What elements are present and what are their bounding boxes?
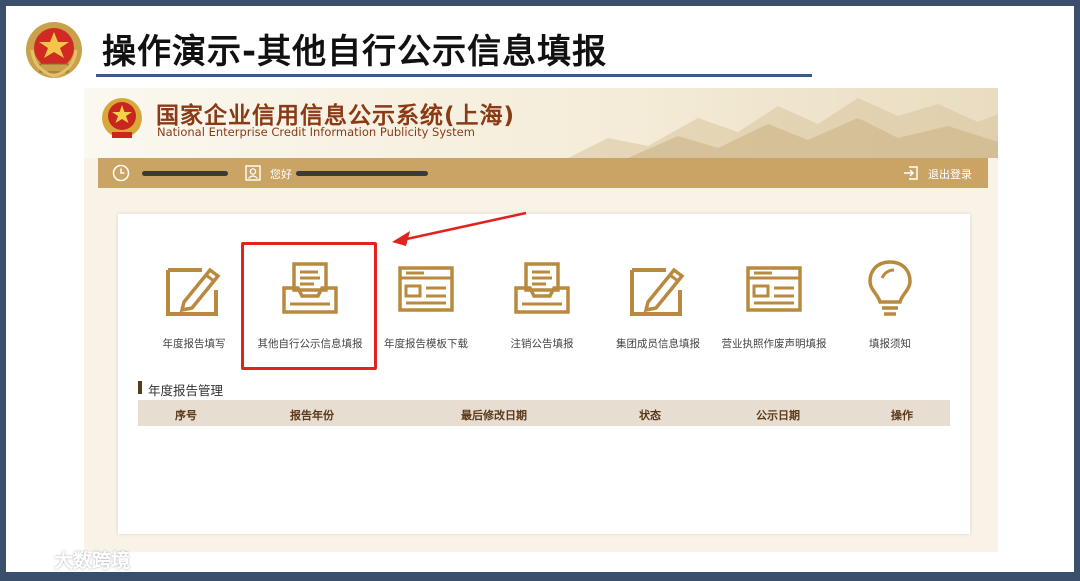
section-marker: [138, 381, 142, 394]
function-filing-instructions[interactable]: 填报须知: [832, 256, 948, 366]
redacted-date: [142, 171, 228, 176]
site-header: 国家企业信用信息公示系统(上海) National Enterprise Cre…: [84, 88, 998, 158]
title-underline: [96, 74, 812, 77]
column-header: 公示日期: [756, 409, 800, 422]
lightbulb-icon: [868, 260, 912, 316]
column-header: 状态: [639, 409, 661, 422]
user-bar: 您好 退出登录: [98, 158, 988, 188]
greeting-text: 您好: [270, 168, 292, 181]
function-license-void-statement[interactable]: 营业执照作废声明填报: [716, 256, 832, 366]
mountain-banner-image: [568, 98, 998, 158]
pencil-frame-icon: [630, 267, 685, 316]
slide-title: 操作演示-其他自行公示信息填报: [102, 32, 608, 72]
function-cancellation-notice[interactable]: 注销公告填报: [484, 256, 600, 366]
function-group-member-info[interactable]: 集团成员信息填报: [600, 256, 716, 366]
column-header: 最后修改日期: [461, 409, 527, 422]
template-document-icon: [398, 266, 454, 312]
national-emblem-icon: [102, 98, 142, 138]
function-annual-report-fill[interactable]: 年度报告填写: [136, 256, 252, 366]
site-subtitle: National Enterprise Credit Information P…: [157, 125, 475, 139]
redacted-company-name: [296, 171, 428, 176]
watermark-text: 大数跨境: [54, 550, 131, 572]
column-header: 报告年份: [290, 409, 334, 422]
function-template-download[interactable]: 年度报告模板下载: [368, 256, 484, 366]
logout-icon[interactable]: [902, 164, 920, 182]
annual-report-section-title: 年度报告管理: [148, 383, 224, 398]
procuratorate-emblem-icon: [26, 22, 82, 78]
inbox-document-icon: [514, 262, 570, 314]
watermark-logo-icon: [11, 552, 49, 566]
annual-report-table-header: 序号 报告年份 最后修改日期 状态 公示日期 操作: [138, 400, 950, 426]
pencil-frame-icon: [166, 267, 221, 316]
template-document-icon: [746, 266, 802, 312]
user-icon: [245, 165, 261, 181]
highlight-box: [241, 242, 377, 370]
function-label: 填报须知: [869, 338, 911, 350]
column-header: 操作: [891, 409, 913, 422]
logout-link[interactable]: 退出登录: [928, 166, 972, 182]
column-header: 序号: [175, 409, 197, 422]
clock-icon: [112, 164, 130, 182]
website-screenshot: 国家企业信用信息公示系统(上海) National Enterprise Cre…: [84, 88, 998, 552]
